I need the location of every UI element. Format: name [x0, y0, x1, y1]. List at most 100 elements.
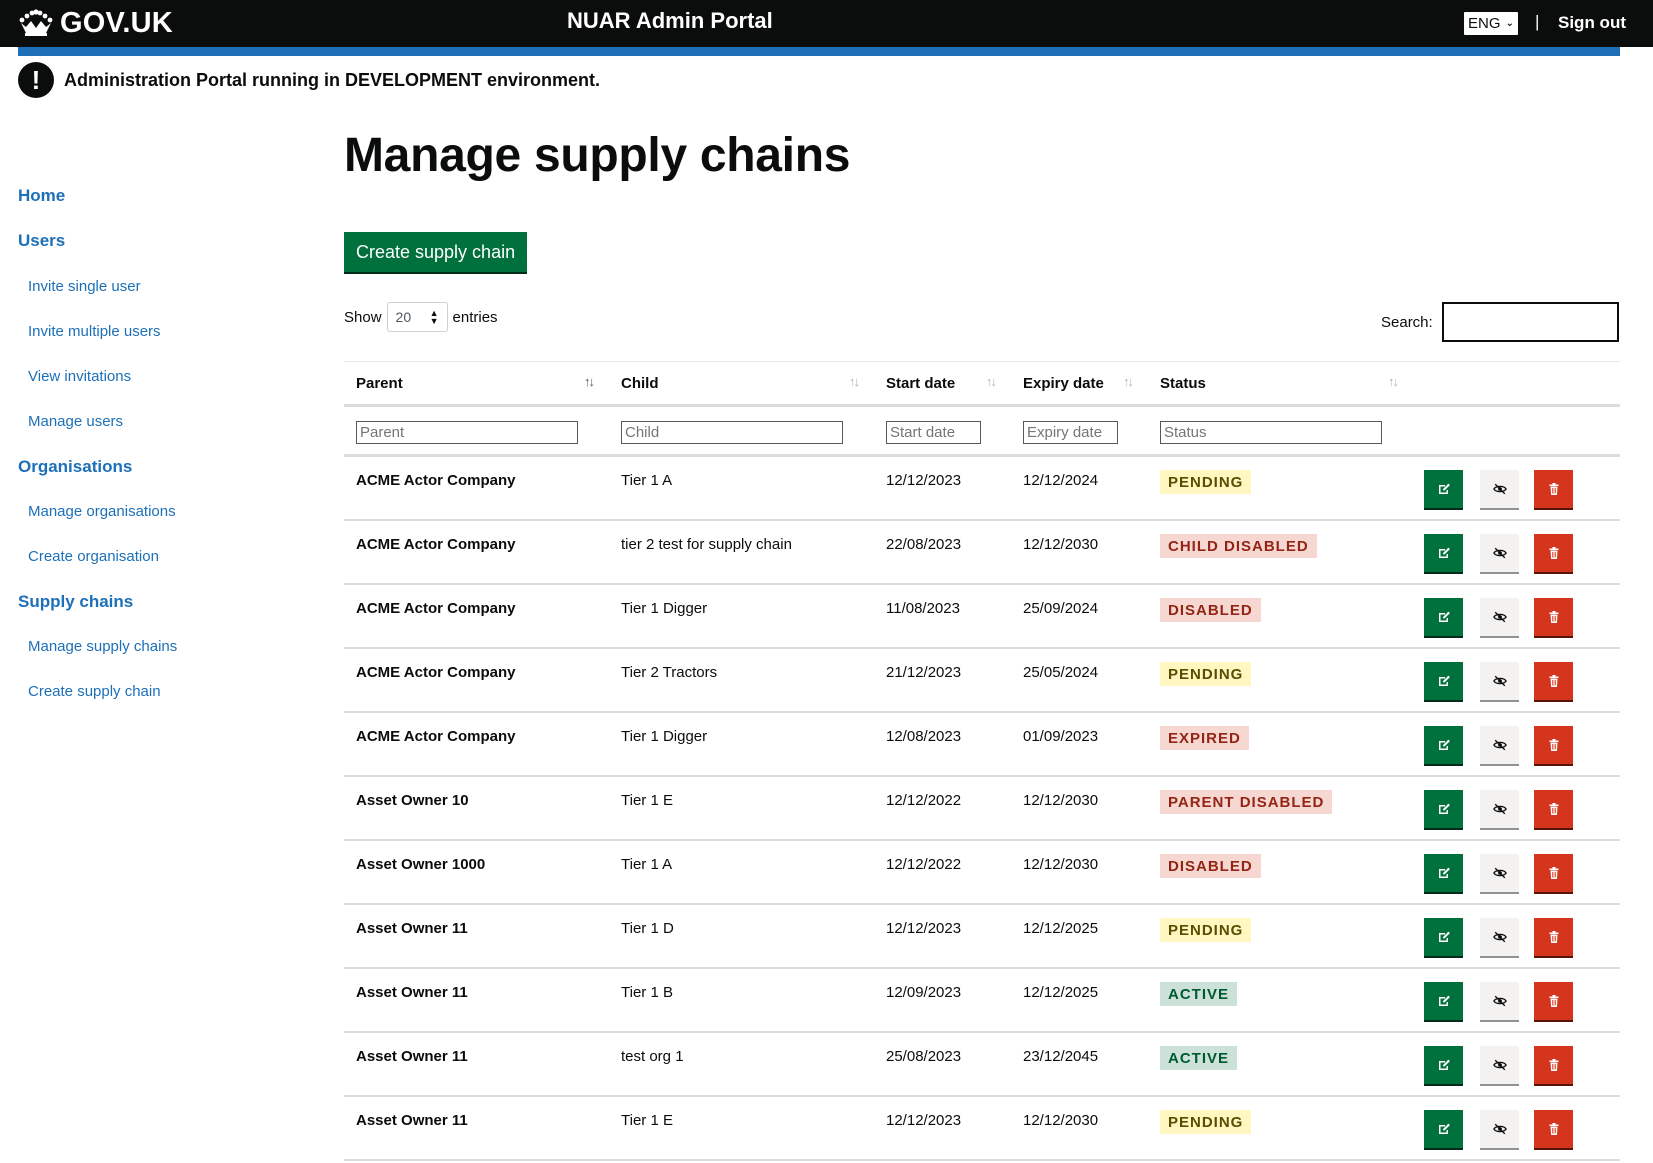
filter-child-input[interactable]: [621, 421, 843, 444]
sidebar-item-manage-organisations[interactable]: Manage organisations: [28, 503, 176, 520]
edit-button[interactable]: [1424, 534, 1463, 572]
trash-icon: [1547, 1058, 1561, 1072]
cell-start-date: 11/08/2023: [886, 600, 960, 617]
edit-button[interactable]: [1424, 470, 1463, 508]
delete-button[interactable]: [1534, 790, 1573, 828]
cell-parent: Asset Owner 11: [356, 984, 468, 1001]
edit-button[interactable]: [1424, 726, 1463, 764]
edit-button[interactable]: [1424, 1046, 1463, 1084]
hide-button[interactable]: [1480, 726, 1519, 764]
cell-child: test org 1: [621, 1048, 684, 1065]
sidebar-item-users[interactable]: Users: [18, 231, 65, 251]
edit-button[interactable]: [1424, 790, 1463, 828]
sidebar-item-organisations[interactable]: Organisations: [18, 457, 132, 477]
column-header-status[interactable]: Status: [1160, 375, 1206, 392]
sidebar-item-supply-chains[interactable]: Supply chains: [18, 592, 133, 612]
edit-icon: [1437, 930, 1451, 944]
edit-icon: [1437, 866, 1451, 880]
sidebar-item-invite-multiple-users[interactable]: Invite multiple users: [28, 323, 161, 340]
delete-button[interactable]: [1534, 918, 1573, 956]
create-supply-chain-button[interactable]: Create supply chain: [344, 232, 528, 272]
hide-button[interactable]: [1480, 662, 1519, 700]
edit-button[interactable]: [1424, 598, 1463, 636]
edit-icon: [1437, 482, 1451, 496]
service-name[interactable]: NUAR Admin Portal: [567, 8, 773, 34]
delete-button[interactable]: [1534, 854, 1573, 892]
eye-slash-icon: [1492, 610, 1507, 624]
page-title: Manage supply chains: [344, 129, 851, 182]
status-badge: PENDING: [1160, 1110, 1252, 1134]
edit-icon: [1437, 1058, 1451, 1072]
filter-parent-input[interactable]: [356, 421, 578, 444]
eye-slash-icon: [1492, 738, 1507, 752]
sign-out-link[interactable]: Sign out: [1558, 13, 1626, 33]
sort-arrows-icon[interactable]: ↑↓: [986, 374, 997, 389]
edit-button[interactable]: [1424, 982, 1463, 1020]
column-header-expiry-date[interactable]: Expiry date: [1023, 375, 1104, 392]
sort-arrows-icon[interactable]: ↑↓: [584, 374, 595, 389]
sidebar-item-create-supply-chain[interactable]: Create supply chain: [28, 683, 161, 700]
delete-button[interactable]: [1534, 1110, 1573, 1148]
trash-icon: [1547, 866, 1561, 880]
delete-button[interactable]: [1534, 662, 1573, 700]
sidebar-item-manage-users[interactable]: Manage users: [28, 413, 123, 430]
govuk-logo-link[interactable]: GOV.UK: [18, 6, 173, 40]
hide-button[interactable]: [1480, 534, 1519, 572]
hide-button[interactable]: [1480, 598, 1519, 636]
delete-button[interactable]: [1534, 982, 1573, 1020]
delete-button[interactable]: [1534, 726, 1573, 764]
delete-button[interactable]: [1534, 534, 1573, 572]
hide-button[interactable]: [1480, 918, 1519, 956]
filter-start-date-input[interactable]: [886, 421, 981, 444]
eye-slash-icon: [1492, 482, 1507, 496]
cell-parent: ACME Actor Company: [356, 728, 516, 745]
status-badge: PENDING: [1160, 470, 1252, 494]
edit-button[interactable]: [1424, 662, 1463, 700]
delete-button[interactable]: [1534, 598, 1573, 636]
hide-button[interactable]: [1480, 854, 1519, 892]
table-row: Asset Owner 11 test org 1 25/08/2023 23/12/…: [344, 1033, 1620, 1097]
sidebar-item-manage-supply-chains[interactable]: Manage supply chains: [28, 638, 177, 655]
hide-button[interactable]: [1480, 1046, 1519, 1084]
sidebar-item-home[interactable]: Home: [18, 186, 65, 206]
hide-button[interactable]: [1480, 1110, 1519, 1148]
sidebar-item-view-invitations[interactable]: View invitations: [28, 368, 131, 385]
entries-label: entries: [452, 308, 498, 326]
table-row: ACME Actor Company Tier 1 A 12/12/2023 12/1…: [344, 457, 1620, 521]
edit-button[interactable]: [1424, 854, 1463, 892]
cell-parent: ACME Actor Company: [356, 472, 516, 489]
filter-expiry-date-input[interactable]: [1023, 421, 1118, 444]
sort-arrows-icon[interactable]: ↑↓: [849, 374, 860, 389]
cell-expiry-date: 23/12/2045: [1023, 1048, 1099, 1065]
hide-button[interactable]: [1480, 470, 1519, 508]
cell-expiry-date: 12/12/2030: [1023, 536, 1099, 553]
edit-button[interactable]: [1424, 918, 1463, 956]
sidebar-item-create-organisation[interactable]: Create organisation: [28, 548, 159, 565]
delete-button[interactable]: [1534, 470, 1573, 508]
hide-button[interactable]: [1480, 790, 1519, 828]
sidebar-item-invite-single-user[interactable]: Invite single user: [28, 278, 141, 295]
sort-arrows-icon[interactable]: ↑↓: [1123, 374, 1134, 389]
delete-button[interactable]: [1534, 1046, 1573, 1084]
crown-icon: [19, 9, 53, 36]
status-badge: EXPIRED: [1160, 726, 1249, 750]
status-badge: DISABLED: [1160, 598, 1261, 622]
column-header-child[interactable]: Child: [621, 375, 659, 392]
eye-slash-icon: [1492, 546, 1507, 560]
hide-button[interactable]: [1480, 982, 1519, 1020]
status-badge: DISABLED: [1160, 854, 1261, 878]
filter-status-input[interactable]: [1160, 421, 1382, 444]
edit-button[interactable]: [1424, 1110, 1463, 1148]
column-header-start-date[interactable]: Start date: [886, 375, 955, 392]
table-row: Asset Owner 11 Tier 1 B 12/09/2023 12/12/20…: [344, 969, 1620, 1033]
table-header-row: Parent ↑↓ Child ↑↓ Start date ↑↓ Expiry …: [344, 361, 1620, 407]
status-badge: PENDING: [1160, 662, 1252, 686]
search-input[interactable]: [1442, 302, 1619, 342]
table-row: ACME Actor Company Tier 2 Tractors 21/12/2…: [344, 649, 1620, 713]
column-header-parent[interactable]: Parent: [356, 375, 403, 392]
status-badge: ACTIVE: [1160, 1046, 1238, 1070]
sort-arrows-icon[interactable]: ↑↓: [1388, 374, 1399, 389]
eye-slash-icon: [1492, 994, 1507, 1008]
language-select[interactable]: ENG ⌄: [1464, 12, 1518, 35]
page-length-select[interactable]: 20 ▲ ▼: [386, 302, 448, 332]
